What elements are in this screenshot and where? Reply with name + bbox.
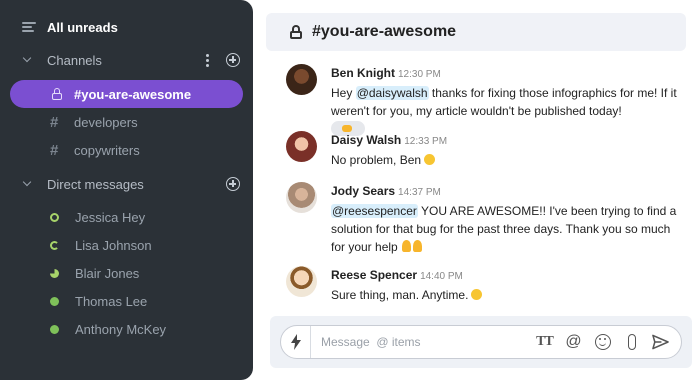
message-input[interactable] [321, 335, 521, 349]
chevron-down-icon[interactable] [22, 55, 32, 65]
dm-item-anthony-mckey[interactable]: Anthony McKey [50, 315, 250, 343]
dm-label: Direct messages [47, 176, 144, 192]
list-icon [22, 22, 36, 32]
message: Reese Spencer 14:40 PM Sure thing, man. A… [286, 266, 686, 306]
text-format-icon[interactable]: TT [536, 334, 554, 351]
hash-icon: # [50, 142, 59, 159]
send-icon[interactable] [652, 334, 669, 351]
dm-section-header[interactable]: Direct messages [22, 170, 240, 198]
add-dm-icon[interactable] [226, 177, 240, 191]
message-author[interactable]: Ben Knight [331, 66, 395, 80]
message: Jody Sears 14:37 PM @reesespencer YOU ARE… [286, 182, 686, 254]
all-unreads-item[interactable]: All unreads [22, 13, 118, 41]
status-refresh-icon [50, 240, 59, 250]
mention[interactable]: @daisywalsh [355, 86, 429, 100]
more-options-icon[interactable] [206, 53, 210, 67]
channel-header: #you-are-awesome [266, 13, 686, 51]
lock-icon [52, 88, 62, 100]
page-title: #you-are-awesome [312, 23, 457, 40]
add-channel-icon[interactable] [226, 53, 240, 67]
composer-area: TT @ [270, 316, 692, 368]
sidebar: All unreads Channels #you-are-awesome # … [0, 0, 253, 380]
avatar[interactable] [286, 182, 317, 213]
channel-you-are-awesome[interactable]: #you-are-awesome [10, 80, 243, 108]
emoji-icon[interactable] [594, 334, 611, 351]
message-author[interactable]: Daisy Walsh [331, 133, 401, 147]
all-unreads-label: All unreads [47, 19, 118, 35]
message-time: 14:40 PM [420, 271, 463, 282]
message-time: 12:33 PM [404, 136, 448, 147]
channels-label: Channels [47, 52, 102, 68]
chat-app: All unreads Channels #you-are-awesome # … [0, 0, 700, 380]
status-ring-icon [50, 212, 59, 222]
dm-name: Blair Jones [75, 265, 140, 281]
channel-name: copywriters [74, 142, 140, 158]
message: Ben Knight 12:30 PM Hey @daisywalsh thank… [286, 64, 686, 136]
channel-name: #you-are-awesome [74, 86, 192, 102]
channel-copywriters[interactable]: # copywriters [10, 136, 243, 164]
message-composer: TT @ [280, 325, 682, 359]
avatar[interactable] [286, 131, 317, 162]
dm-name: Anthony McKey [75, 321, 167, 337]
message-text: No problem, Ben [331, 151, 686, 169]
dm-item-jessica-hey[interactable]: Jessica Hey [50, 203, 250, 231]
dm-item-blair-jones[interactable]: Blair Jones [50, 259, 250, 287]
message: Daisy Walsh 12:33 PM No problem, Ben [286, 131, 686, 171]
chevron-down-icon[interactable] [22, 179, 32, 189]
message-text: Sure thing, man. Anytime. [331, 286, 686, 304]
message-author[interactable]: Reese Spencer [331, 268, 417, 282]
status-pie-icon [50, 268, 59, 278]
message-time: 12:30 PM [398, 69, 441, 80]
status-online-icon [50, 324, 59, 334]
hash-icon: # [50, 114, 59, 131]
status-online-icon [50, 296, 59, 306]
lock-icon [290, 25, 302, 39]
channel-developers[interactable]: # developers [10, 108, 243, 136]
message-time: 14:37 PM [398, 187, 441, 198]
pray-emoji-icon [401, 240, 424, 252]
message-text: Hey @daisywalsh thanks for fixing those … [331, 86, 677, 118]
dm-item-thomas-lee[interactable]: Thomas Lee [50, 287, 250, 315]
dm-name: Lisa Johnson [75, 237, 152, 253]
message-author[interactable]: Jody Sears [331, 184, 395, 198]
dm-name: Jessica Hey [75, 209, 146, 225]
mention-icon[interactable]: @ [565, 333, 582, 351]
message-text: @reesespencer YOU ARE AWESOME!! I've bee… [331, 204, 677, 254]
dm-name: Thomas Lee [75, 293, 148, 309]
avatar[interactable] [286, 266, 317, 297]
smile-emoji-icon [471, 289, 483, 300]
smile-emoji-icon [424, 154, 436, 165]
channel-name: developers [74, 114, 138, 130]
channels-section-header[interactable]: Channels [22, 46, 240, 74]
dm-item-lisa-johnson[interactable]: Lisa Johnson [50, 231, 250, 259]
avatar[interactable] [286, 64, 317, 95]
attachment-icon[interactable] [623, 334, 640, 351]
lightning-icon[interactable] [281, 326, 311, 358]
mention[interactable]: @reesespencer [331, 204, 418, 218]
